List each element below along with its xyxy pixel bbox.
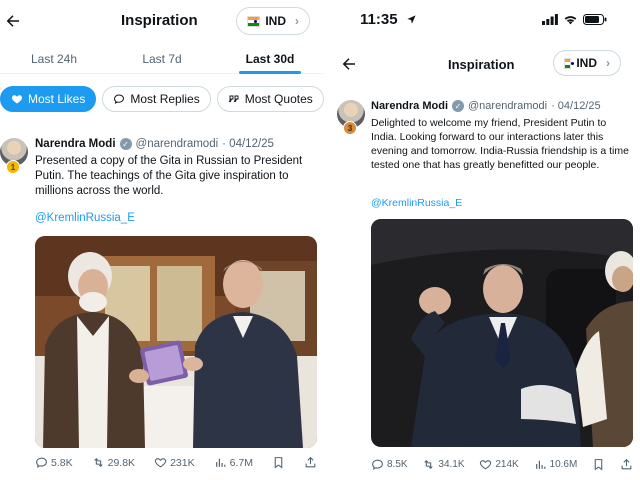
like-count: 214K [495,459,519,470]
repost-count: 29.8K [107,456,136,469]
tab-last-7d[interactable]: Last 7d [108,44,216,73]
author-name[interactable]: Narendra Modi [35,138,116,150]
share-icon [305,456,316,468]
author-handle[interactable]: @narendramodi [136,138,219,150]
views-bar-icon [215,458,226,467]
verified-badge-icon: ✓ [452,100,465,112]
repost-button[interactable]: 29.8K [92,456,135,469]
reply-count: 8.5K [387,459,408,470]
tab-last-30d[interactable]: Last 30d [216,44,324,73]
page-title: Inspiration [448,57,515,72]
reply-button[interactable]: 8.5K [371,458,408,471]
bookmark-button[interactable] [592,458,605,471]
india-flag-icon [247,15,261,27]
wifi-icon [564,16,577,25]
rank-badge: 3 [343,121,357,135]
left-screen: Inspiration IND › Last 24h Last 7d Last … [0,0,324,480]
signal-icon [542,14,558,25]
reply-bubble-icon [114,94,125,104]
chevron-right-icon: › [295,14,299,28]
tweet-header: Narendra Modi ✓ @narendramodi · 04/12/25 [35,138,274,150]
share-button[interactable] [620,458,633,471]
reply-count: 5.8K [51,456,73,469]
bookmark-button[interactable] [272,456,285,469]
author-handle[interactable]: @narendramodi [468,100,547,112]
like-button[interactable]: 214K [479,458,519,471]
bookmark-icon [594,459,603,471]
country-code: IND [576,56,597,70]
repost-button[interactable]: 34.1K [422,458,465,471]
most-replies-chip[interactable]: Most Replies [102,86,211,112]
repost-icon [93,457,103,468]
reply-icon [36,457,47,468]
heart-outline-icon [480,460,492,470]
most-likes-chip[interactable]: Most Likes [0,86,97,112]
mention-link[interactable]: @KremlinRussia_E [35,212,135,224]
tweet-photo[interactable] [35,236,317,448]
chevron-right-icon: › [606,56,610,70]
tweet-date: · 04/12/25 [551,100,601,112]
view-count: 6.7M [229,456,253,469]
sort-filters: Most Likes Most Replies Most Quotes [0,86,324,112]
status-icons [542,14,607,25]
rank-badge: 1 [6,160,20,174]
verified-badge-icon: ✓ [119,138,132,150]
country-selector[interactable]: IND › [553,50,621,76]
tweet-text: Delighted to welcome my friend, Presiden… [371,117,629,171]
status-time: 11:35 [360,11,398,28]
views-button[interactable]: 10.6M [534,458,578,471]
reply-button[interactable]: 5.8K [35,456,73,469]
time-range-tabs: Last 24h Last 7d Last 30d [0,44,324,74]
views-bar-icon [535,460,545,469]
reply-icon [372,459,383,470]
bookmark-icon [274,457,283,469]
like-button[interactable]: 231K [154,456,195,469]
views-button[interactable]: 6.7M [214,456,253,469]
mention-link[interactable]: @KremlinRussia_E [371,197,462,209]
share-button[interactable] [304,456,317,469]
battery-icon [583,14,607,25]
repost-count: 34.1K [438,459,465,470]
author-name[interactable]: Narendra Modi [371,100,448,112]
tweet-text: Presented a copy of the Gita in Russian … [35,155,303,197]
most-likes-label: Most Likes [28,92,86,106]
tweet-header: Narendra Modi ✓ @narendramodi · 04/12/25 [371,100,601,112]
tweet-actions: 8.5K 34.1K 214K 10.6M [371,458,633,471]
photo-car-interior [371,219,633,447]
back-arrow-icon[interactable] [340,55,358,73]
tab-last-24h[interactable]: Last 24h [0,44,108,73]
tweet-actions: 5.8K 29.8K 231K 6.7M [35,456,317,469]
country-code: IND [265,14,286,28]
back-arrow-icon[interactable] [4,12,22,30]
view-count: 10.6M [549,459,578,470]
most-quotes-label: Most Quotes [244,92,313,106]
right-screen: 11:35 Inspiration IND › 3 Narendra Modi … [328,0,640,480]
most-quotes-chip[interactable]: Most Quotes [216,86,324,112]
country-selector[interactable]: IND › [236,7,310,35]
india-flag-icon [564,57,575,69]
share-icon [621,458,632,470]
like-count: 231K [170,456,195,469]
tweet-date: · 04/12/25 [222,138,274,150]
tweet-photo[interactable] [371,219,633,447]
repost-icon [424,459,434,470]
quote-icon [228,95,239,102]
most-replies-label: Most Replies [130,92,200,106]
heart-outline-icon [154,458,167,468]
page-title: Inspiration [121,12,198,29]
location-arrow-icon [407,15,416,24]
heart-icon [11,95,23,104]
photo-modi-putin-gita [35,236,317,448]
